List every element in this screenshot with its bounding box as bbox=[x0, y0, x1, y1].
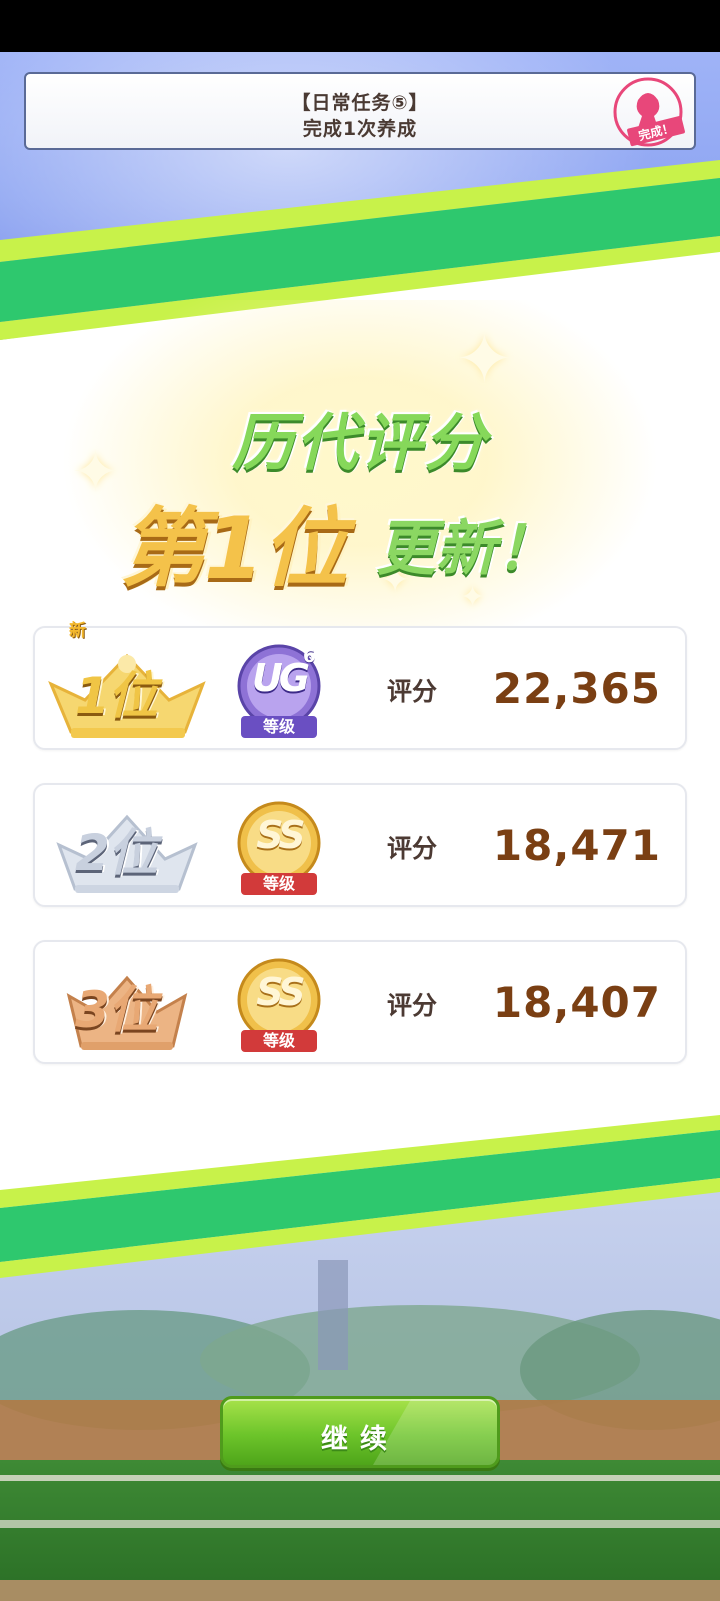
grade-caption: 等级 bbox=[241, 716, 317, 738]
ss-grade-badge-icon: SS 等级 bbox=[229, 956, 329, 1056]
score-value: 18,407 bbox=[492, 978, 661, 1027]
continue-button-label: 继续 bbox=[321, 1424, 399, 1455]
ss-grade-badge-icon: SS 等级 bbox=[229, 799, 329, 899]
ug-grade-badge-icon: UG 6 等级 bbox=[229, 642, 329, 742]
updated-text: 更新！ bbox=[376, 514, 556, 584]
score-value: 22,365 bbox=[492, 664, 661, 713]
rank-label: 1位 bbox=[75, 667, 158, 725]
rank-card-3: 3位 SS 等级 评分 18,407 bbox=[33, 940, 687, 1064]
rank-label: 2位 bbox=[75, 824, 158, 882]
grade-caption: 等级 bbox=[241, 873, 317, 895]
continue-button[interactable]: 继续 bbox=[220, 1396, 500, 1468]
rank-first-text: 第1位 bbox=[120, 499, 348, 599]
sparkle-icon: ✦ bbox=[455, 318, 514, 400]
rank-label: 3位 bbox=[75, 981, 158, 1039]
grade-caption: 等级 bbox=[241, 1030, 317, 1052]
complete-stamp-icon: 完成！ bbox=[613, 77, 685, 147]
score-value: 18,471 bbox=[492, 821, 661, 870]
mission-description: 完成1次养成 bbox=[302, 118, 418, 140]
rank-card-2: 2位 SS 等级 评分 18,471 bbox=[33, 783, 687, 907]
score-label: 评分 bbox=[387, 834, 438, 863]
grade-level: 6 bbox=[303, 646, 316, 667]
rank-card-1: 新 1位 UG 6 等级 评分 22,365 bbox=[33, 621, 687, 750]
headline-rank: 第1位 更新！ bbox=[120, 478, 600, 599]
daily-mission-banner[interactable]: 【日常任务⑤】 完成1次养成 完成！ bbox=[24, 72, 696, 150]
grade-letters: SS bbox=[256, 970, 305, 1014]
headline-title: 历代评分 bbox=[231, 406, 488, 479]
score-label: 评分 bbox=[387, 677, 438, 706]
grade-letters: SS bbox=[256, 813, 305, 857]
score-label: 评分 bbox=[387, 991, 438, 1020]
new-badge: 新 bbox=[69, 621, 86, 641]
mission-title: 【日常任务⑤】 bbox=[291, 92, 429, 114]
